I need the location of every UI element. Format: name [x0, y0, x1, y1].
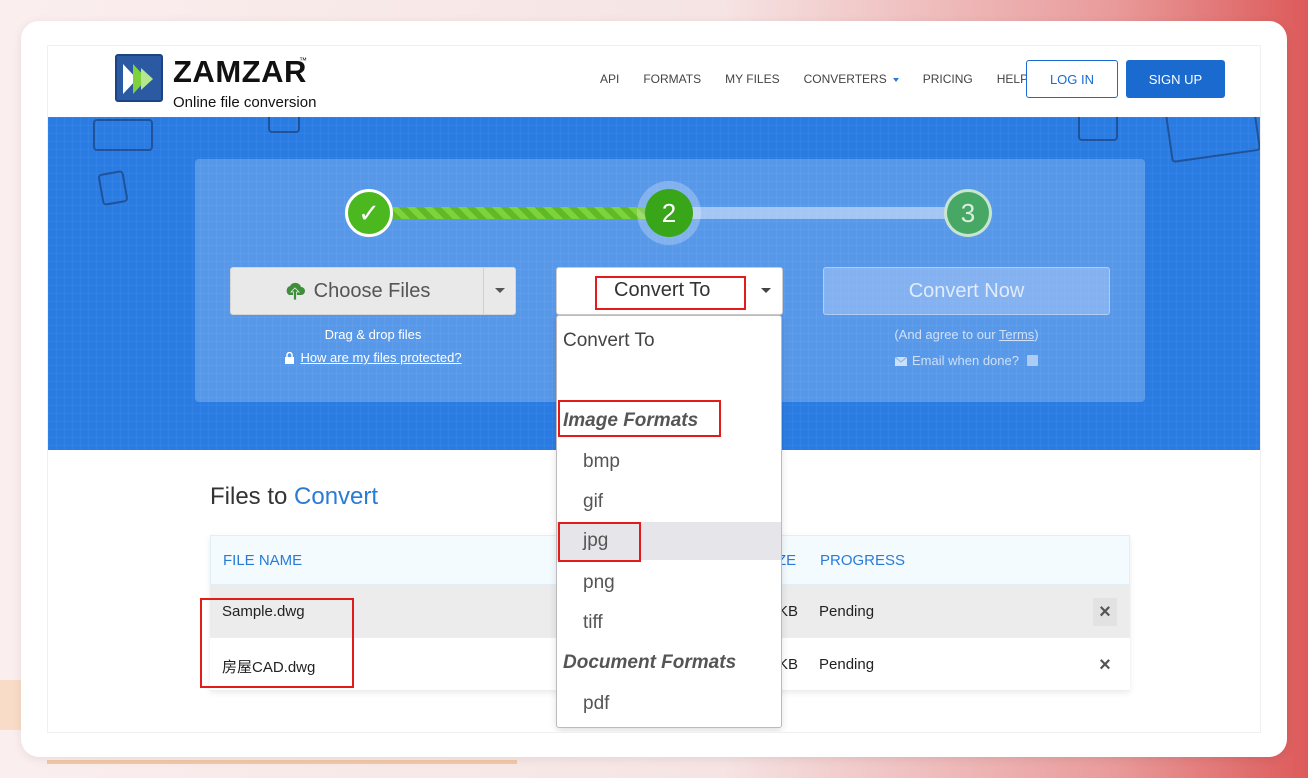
- annotation-box-image-formats: [558, 400, 721, 437]
- signup-button[interactable]: SIGN UP: [1126, 60, 1225, 98]
- dropdown-header-label: Convert To: [563, 330, 655, 351]
- laptop-doodle-icon: [1164, 117, 1260, 164]
- files-title-accent: Convert: [294, 483, 379, 510]
- files-protected-label: How are my files protected?: [300, 350, 462, 365]
- nav-formats[interactable]: FORMATS: [631, 72, 713, 86]
- option-label: bmp: [583, 451, 620, 472]
- remove-file-button[interactable]: ×: [1093, 651, 1117, 679]
- site-header: ZAMZAR ™ Online file conversion API FORM…: [48, 46, 1260, 117]
- image-doodle-icon: [268, 117, 300, 133]
- file-doodle-icon: [97, 169, 129, 207]
- nav-converters-label: CONVERTERS: [803, 72, 887, 86]
- dropdown-header: Convert To: [557, 322, 781, 360]
- drag-drop-text: Drag & drop files: [324, 327, 422, 342]
- option-bmp[interactable]: bmp: [557, 443, 781, 481]
- step-2-active: 2: [645, 189, 693, 237]
- agree-prefix: (And agree to our: [894, 327, 999, 342]
- cloud-upload-icon: [286, 282, 305, 301]
- files-title-plain: Files to: [210, 483, 295, 510]
- file-progress: Pending: [819, 603, 875, 620]
- agree-terms-text: (And agree to our Terms): [823, 327, 1110, 342]
- background-line: [47, 760, 517, 764]
- option-label: png: [583, 572, 615, 593]
- option-label: tiff: [583, 612, 603, 633]
- option-tiff[interactable]: tiff: [557, 604, 781, 642]
- login-button[interactable]: LOG IN: [1026, 60, 1118, 98]
- envelope-icon: [894, 356, 908, 366]
- option-label: gif: [583, 491, 604, 512]
- col-progress: PROGRESS: [820, 552, 906, 569]
- nav-converters[interactable]: CONVERTERS: [792, 72, 911, 86]
- caret-down-icon: [761, 288, 771, 293]
- files-to-convert-title: Files to Convert: [210, 483, 378, 511]
- email-when-done: Email when done?: [823, 353, 1110, 368]
- nav-api[interactable]: API: [588, 72, 631, 86]
- browser-viewport: ZAMZAR ™ Online file conversion API FORM…: [47, 45, 1261, 733]
- logo-arrows-icon: [115, 54, 163, 102]
- logo-name: ZAMZAR: [173, 54, 307, 89]
- progress-fill: [385, 207, 687, 219]
- col-file-name: FILE NAME: [223, 552, 303, 569]
- group-document-formats: Document Formats: [557, 644, 781, 682]
- remove-file-button[interactable]: ×: [1093, 598, 1117, 626]
- nav-my-files[interactable]: MY FILES: [713, 72, 791, 86]
- group-document-label: Document Formats: [563, 652, 737, 673]
- annotation-box-file-names: [200, 598, 354, 688]
- caret-down-icon: [495, 288, 505, 293]
- chevron-down-icon: [892, 77, 899, 82]
- step-3-pending: 3: [944, 189, 992, 237]
- main-nav: API FORMATS MY FILES CONVERTERS PRICING …: [588, 72, 1040, 86]
- option-png[interactable]: png: [557, 564, 781, 602]
- email-checkbox[interactable]: [1026, 355, 1038, 366]
- nav-pricing[interactable]: PRICING: [911, 72, 985, 86]
- convert-now-button[interactable]: Convert Now: [823, 267, 1110, 315]
- agree-suffix: ): [1034, 327, 1039, 342]
- email-label: Email when done?: [912, 353, 1019, 368]
- file-progress: Pending: [819, 656, 875, 673]
- documents-doodle-icon: [1078, 117, 1118, 141]
- logo-tagline: Online file conversion: [173, 94, 317, 111]
- annotation-box-convert-to: [595, 276, 746, 310]
- choose-files-label: Choose Files: [313, 279, 431, 302]
- video-doodle-icon: [93, 119, 153, 151]
- choose-files-dropdown-toggle[interactable]: [483, 268, 516, 314]
- zamzar-logo[interactable]: ZAMZAR ™ Online file conversion: [115, 54, 345, 111]
- option-gif[interactable]: gif: [557, 483, 781, 521]
- option-pdf[interactable]: pdf: [557, 685, 781, 723]
- choose-files-button[interactable]: Choose Files: [231, 268, 483, 314]
- terms-link[interactable]: Terms: [999, 327, 1034, 342]
- option-label: pdf: [583, 693, 610, 714]
- logo-trademark: ™: [299, 56, 307, 65]
- files-protected-link[interactable]: How are my files protected?: [230, 350, 516, 365]
- choose-files-group: Choose Files: [230, 267, 516, 315]
- annotation-box-jpg: [558, 522, 641, 562]
- lock-icon: [285, 351, 295, 364]
- step-1-complete: ✓: [345, 189, 393, 237]
